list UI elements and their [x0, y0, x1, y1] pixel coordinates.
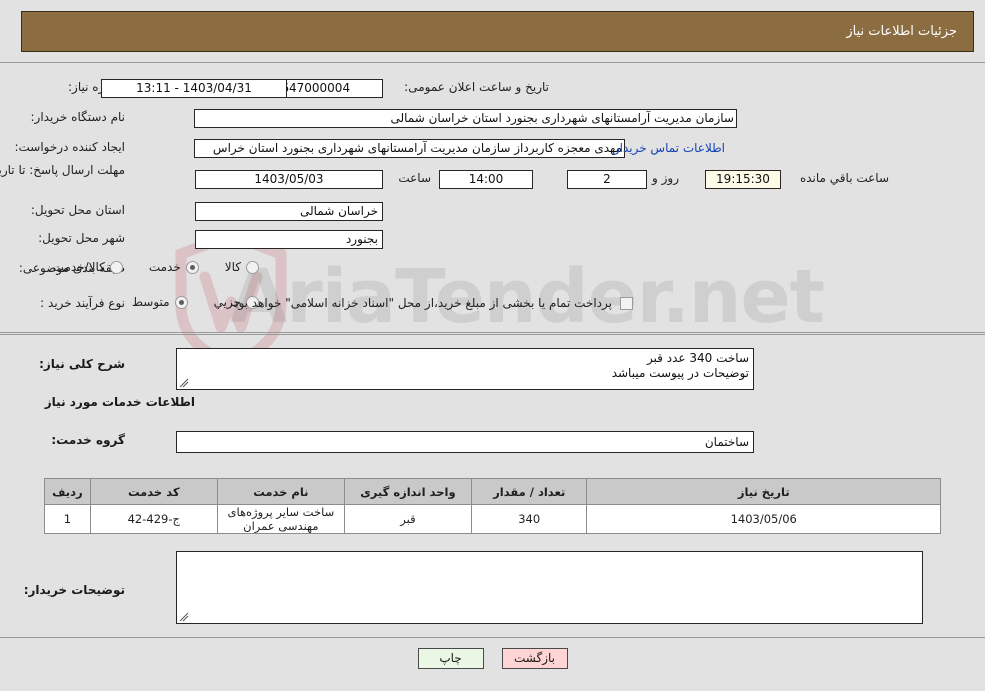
service-group-input[interactable]: ساختمان — [176, 431, 754, 453]
col-need-date: تاریخ نیاز — [586, 478, 941, 505]
resize-grip-icon-2[interactable] — [179, 612, 189, 622]
buyer-notes-textarea[interactable] — [176, 551, 923, 624]
announce-datetime-label-wrap: تاریخ و ساعت اعلان عمومی: — [404, 80, 549, 94]
page-title: جزئیات اطلاعات نیاز — [846, 24, 957, 39]
deadline-hour-wrap: 14:00 — [439, 170, 533, 189]
creator-label-wrap: ایجاد کننده درخواست: — [14, 140, 125, 154]
city-input[interactable]: بجنورد — [195, 230, 383, 249]
treasury-bond-row: پرداخت تمام یا بخشی از مبلغ خرید،از محل … — [229, 296, 633, 310]
print-button[interactable]: چاپ — [417, 648, 484, 669]
creator-label: ایجاد کننده درخواست: — [14, 140, 125, 154]
col-quantity: تعداد / مقدار — [470, 478, 588, 505]
cell-service-name: ساخت سایر پروژه‌های مهندسی عمران — [216, 504, 345, 534]
city-label-wrap: شهر محل تحویل: — [38, 231, 125, 245]
category-radio-kala-khedmat[interactable]: کالا/خدمت — [53, 260, 123, 274]
category-radio-khedmat[interactable]: خدمت — [149, 260, 199, 274]
service-info-section-title: اطلاعات خدمات مورد نیاز — [44, 395, 195, 409]
announce-datetime-input[interactable]: 1403/04/31 - 13:11 — [101, 79, 287, 98]
creator-input[interactable]: مهدی معجزه کاربرداز سازمان مدیریت آرامست… — [194, 139, 625, 158]
remaining-time-countdown: 19:15:30 — [705, 170, 781, 189]
province-label-wrap: استان محل تحویل: — [31, 203, 125, 217]
remaining-days-input[interactable]: 2 — [567, 170, 647, 189]
treasury-bond-text: پرداخت تمام یا بخشی از مبلغ خرید،از محل … — [229, 296, 612, 310]
resize-grip-icon[interactable] — [179, 378, 189, 388]
remaining-time-label-wrap: ساعت باقي مانده — [800, 171, 889, 185]
province-field-wrap: خراسان شمالی — [195, 202, 383, 221]
province-input[interactable]: خراسان شمالی — [195, 202, 383, 221]
province-label: استان محل تحویل: — [30, 203, 125, 217]
radio-kala-icon[interactable] — [246, 260, 259, 274]
deadline-date-wrap: 1403/05/03 — [195, 170, 383, 189]
buyer-contact-link-wrap: اطلاعات تماس خریدار — [614, 141, 725, 155]
page-root: AriaTender.net جزئیات اطلاعات نیاز شماره… — [0, 0, 985, 691]
announce-datetime-input-wrap: 1403/04/31 - 13:11 — [101, 79, 287, 98]
radio-khedmat-icon[interactable] — [185, 260, 199, 274]
col-service-code: کد خدمت — [89, 478, 218, 505]
general-need-field-wrap: ساخت 340 عدد قبر توضیحات در پیوست میباشد — [176, 348, 754, 390]
process-type-label: نوع فرآیند خرید : — [40, 296, 125, 310]
deadline-hour-input[interactable]: 14:00 — [439, 170, 533, 189]
remaining-time-wrap: 19:15:30 — [705, 170, 781, 189]
cell-need-date: 1403/05/06 — [586, 504, 941, 534]
service-group-field-wrap: ساختمان — [176, 431, 754, 453]
deadline-hour-label: ساعت — [398, 171, 431, 185]
treasury-bond-checkbox[interactable] — [620, 296, 633, 310]
category-option-1-label: خدمت — [148, 260, 181, 274]
need-info-panel — [0, 62, 985, 333]
services-table: تاریخ نیاز تعداد / مقدار واحد اندازه گیر… — [44, 478, 941, 534]
cell-row-no: 1 — [44, 504, 91, 534]
deadline-hour-label-wrap: ساعت — [398, 171, 431, 185]
col-unit: واحد اندازه گیری — [343, 478, 472, 505]
category-radio-group: کالا خدمت کالا/خدمت — [53, 260, 259, 274]
city-field-wrap: بجنورد — [195, 230, 383, 249]
table-header-row: تاریخ نیاز تعداد / مقدار واحد اندازه گیر… — [44, 478, 941, 505]
buyer-notes-field-wrap — [176, 551, 923, 624]
cell-service-code: ج-429-42 — [89, 504, 218, 534]
cell-unit: قبر — [343, 504, 472, 534]
remaining-days-label-wrap: روز و — [652, 171, 679, 185]
buyer-org-input[interactable]: سازمان مدیریت آرامستانهای شهرداری بجنورد… — [194, 109, 737, 128]
buyer-notes-label: توضیحات خریدار: — [23, 583, 125, 597]
deadline-date-input[interactable]: 1403/05/03 — [195, 170, 383, 189]
category-option-2-label: کالا/خدمت — [52, 260, 105, 274]
city-label: شهر محل تحویل: — [38, 231, 125, 245]
buyer-contact-link[interactable]: اطلاعات تماس خریدار — [614, 141, 725, 155]
cell-quantity: 340 — [470, 504, 588, 534]
process-option-1-label: متوسط — [131, 295, 170, 309]
radio-motavaset-icon[interactable] — [174, 295, 188, 309]
creator-value: مهدی معجزه کاربرداز سازمان مدیریت آرامست… — [212, 141, 622, 155]
buyer-org-label-wrap: نام دستگاه خریدار: — [31, 110, 126, 124]
remaining-time-label: ساعت باقي مانده — [799, 171, 889, 185]
category-option-0-label: کالا — [224, 260, 241, 274]
table-row: 1403/05/06 340 قبر ساخت سایر پروژه‌های م… — [44, 504, 941, 534]
buyer-org-label: نام دستگاه خریدار: — [30, 110, 126, 124]
back-button[interactable]: بازگشت — [501, 648, 568, 669]
announce-datetime-label: تاریخ و ساعت اعلان عمومی: — [404, 80, 549, 94]
general-need-label: شرح کلی نیاز: — [39, 357, 125, 371]
service-group-label: گروه خدمت: — [51, 433, 125, 447]
page-header: جزئیات اطلاعات نیاز — [21, 11, 974, 52]
col-service-name: نام خدمت — [216, 478, 345, 505]
deadline-label: مهلت ارسال پاسخ: تا تاریخ: — [0, 163, 125, 177]
remaining-days-wrap: 2 — [567, 170, 647, 189]
process-label-wrap: نوع فرآیند خرید : — [40, 296, 125, 310]
general-need-textarea[interactable]: ساخت 340 عدد قبر توضیحات در پیوست میباشد — [176, 348, 754, 390]
general-need-value: ساخت 340 عدد قبر توضیحات در پیوست میباشد — [611, 351, 749, 380]
creator-field-wrap: مهدی معجزه کاربرداز سازمان مدیریت آرامست… — [194, 139, 625, 158]
action-button-bar: بازگشت چاپ — [0, 648, 985, 669]
deadline-label-wrap: مهلت ارسال پاسخ: تا تاریخ: — [0, 163, 125, 177]
radio-kala-khedmat-icon[interactable] — [109, 260, 123, 274]
process-radio-motavaset[interactable]: متوسط — [132, 295, 188, 309]
category-radio-kala[interactable]: کالا — [225, 260, 259, 274]
col-row-no: ردیف — [44, 478, 91, 505]
buyer-org-value: سازمان مدیریت آرامستانهای شهرداری بجنورد… — [390, 111, 734, 125]
buyer-org-field-wrap: سازمان مدیریت آرامستانهای شهرداری بجنورد… — [194, 109, 737, 128]
remaining-days-label: روز و — [652, 171, 679, 185]
